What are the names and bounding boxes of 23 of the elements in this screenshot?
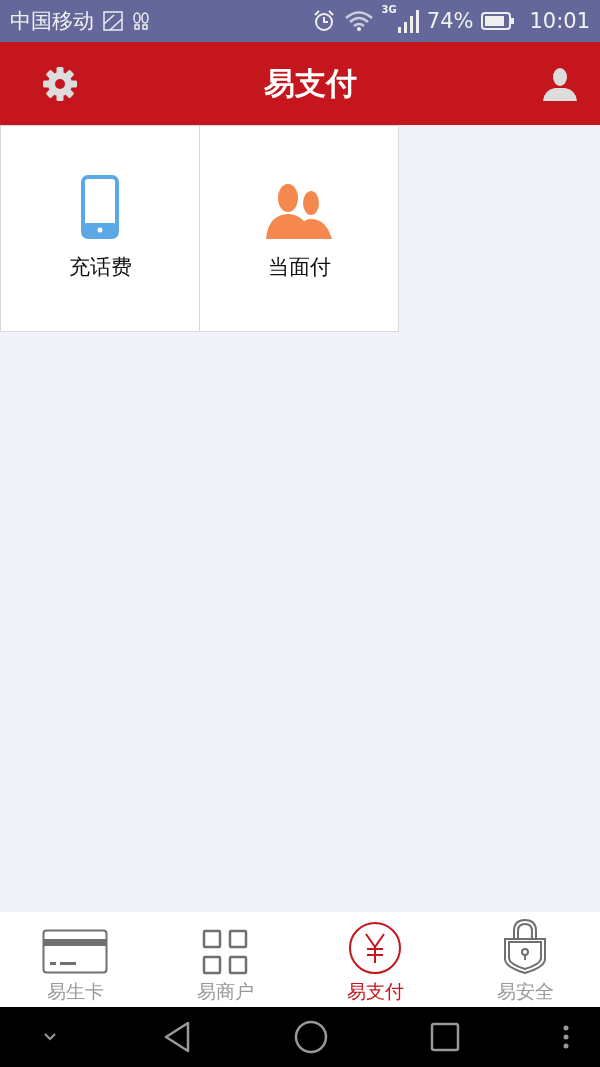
yuan-icon xyxy=(348,921,402,975)
phone-icon xyxy=(81,175,119,239)
more-icon[interactable] xyxy=(562,1025,570,1049)
tab[interactable]: 易支付 xyxy=(300,912,450,1007)
recents-icon[interactable] xyxy=(430,1022,460,1052)
battery-percent: 74% xyxy=(426,9,474,33)
wifi-icon xyxy=(343,10,374,32)
clock-time: 10:01 xyxy=(529,9,590,33)
home-icon[interactable] xyxy=(294,1020,328,1054)
signal-icon xyxy=(396,9,419,33)
back-icon[interactable] xyxy=(162,1020,192,1054)
two-people-icon xyxy=(266,183,332,239)
carrier-name: 中国移动 xyxy=(10,8,94,35)
grid-icon xyxy=(202,929,248,975)
image-icon xyxy=(102,10,124,32)
page-title: 易支付 xyxy=(263,63,357,103)
network-type: 3G xyxy=(381,4,397,15)
footprints-icon xyxy=(132,11,150,31)
padlock-icon xyxy=(502,917,548,975)
service-tile[interactable]: 当面付 xyxy=(199,125,399,332)
battery-icon xyxy=(481,11,516,31)
service-tile[interactable]: 充话费 xyxy=(0,125,200,332)
card-icon xyxy=(42,929,108,975)
